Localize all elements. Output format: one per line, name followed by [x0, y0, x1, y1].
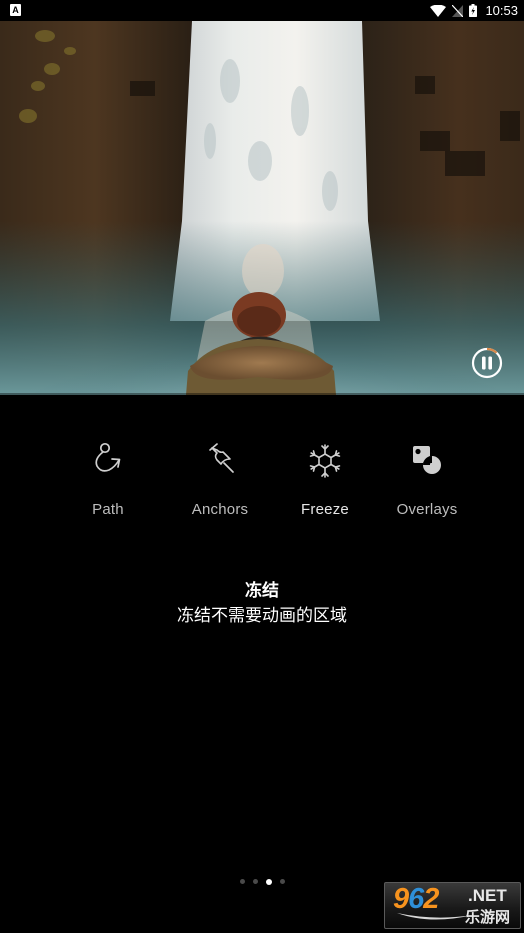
tab-path[interactable]: Path — [58, 435, 158, 525]
page-dot[interactable] — [252, 879, 258, 884]
watermark-digit: 2 — [423, 883, 439, 915]
pushpin-icon — [209, 443, 234, 473]
notification-app-icon: A — [10, 4, 21, 16]
watermark-cn: 乐游网 — [465, 908, 511, 926]
page-dot[interactable] — [279, 879, 285, 884]
feature-tabs: Path Anchors Freeze Overlays — [0, 435, 524, 525]
pause-button[interactable] — [471, 347, 503, 379]
status-icons: 10:53 — [430, 0, 518, 21]
feature-title: 冻结 — [245, 581, 279, 601]
page-dot[interactable] — [239, 879, 245, 884]
battery-charging-icon — [469, 4, 478, 17]
watermark-digit: 6 — [408, 883, 424, 915]
overlays-shapes-icon — [413, 446, 441, 474]
notification-app-glyph: A — [12, 5, 19, 15]
feature-description: 冻结不需要动画的区域 — [177, 606, 347, 626]
watermark-number: 962 — [393, 883, 439, 916]
waterfall-photo — [0, 21, 524, 395]
wifi-icon — [430, 4, 447, 17]
tab-freeze[interactable]: Freeze — [275, 435, 375, 525]
watermark-digit: 9 — [393, 883, 409, 915]
tab-overlays[interactable]: Overlays — [377, 435, 477, 525]
status-bar: A 10:53 — [0, 0, 524, 21]
tab-label: Anchors — [191, 501, 249, 518]
path-arrow-icon — [95, 442, 121, 472]
preview-video[interactable] — [0, 21, 524, 395]
tab-label: Freeze — [301, 501, 349, 518]
tab-anchors[interactable]: Anchors — [170, 435, 270, 525]
tab-label: Overlays — [396, 501, 458, 518]
no-sim-icon — [452, 4, 464, 17]
pause-icon — [471, 347, 503, 379]
page-dot-active[interactable] — [265, 878, 272, 885]
playback-progress-ring — [486, 347, 498, 354]
watermark-logo: 962 .NET 乐游网 — [384, 882, 521, 929]
tab-label: Path — [92, 501, 124, 518]
watermark-net: .NET — [468, 886, 507, 905]
clock: 10:53 — [485, 3, 518, 18]
snowflake-icon — [308, 444, 342, 478]
